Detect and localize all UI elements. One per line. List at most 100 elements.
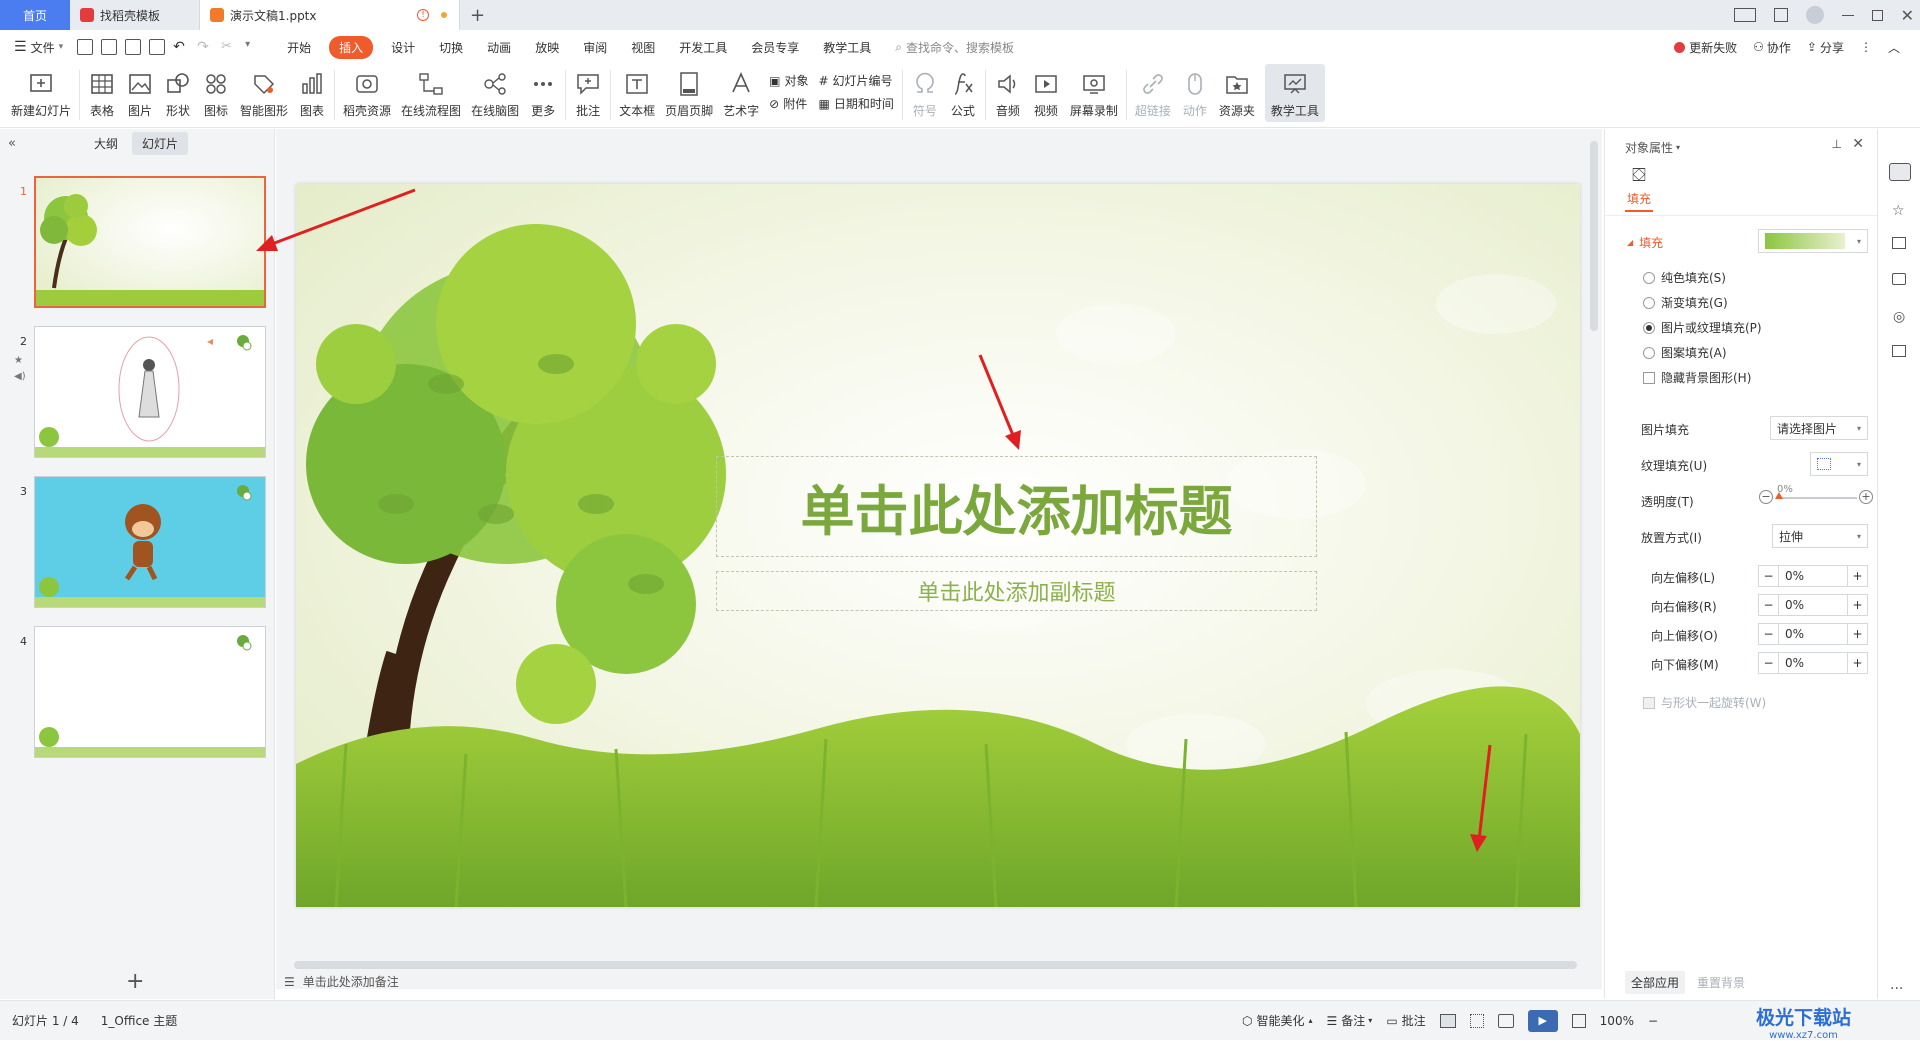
increment-button[interactable]: +: [1847, 595, 1867, 615]
fill-section-header[interactable]: ◢ 填充: [1627, 234, 1663, 251]
add-slide-button[interactable]: +: [126, 969, 144, 994]
normal-view-icon[interactable]: [1439, 1013, 1456, 1028]
menu-design[interactable]: 设计: [379, 39, 427, 56]
fill-option-picture[interactable]: 图片或纹理填充(P): [1643, 319, 1762, 336]
slide-thumbnail-3[interactable]: [34, 476, 266, 608]
tab-outline[interactable]: 大纲: [84, 132, 128, 155]
slides-stack-icon[interactable]: [1892, 237, 1906, 249]
more-icon[interactable]: ···: [1890, 981, 1903, 997]
slider-thumb[interactable]: [1775, 492, 1783, 499]
radio-solid[interactable]: [1643, 271, 1655, 284]
more-button[interactable]: 更多: [529, 64, 557, 122]
chart-button[interactable]: 图表: [298, 64, 326, 122]
layout-icon[interactable]: [1733, 8, 1756, 22]
menu-review[interactable]: 审阅: [571, 39, 619, 56]
radio-pattern[interactable]: [1643, 346, 1655, 359]
close-icon[interactable]: ✕: [1901, 6, 1914, 25]
slide-thumbnail-2[interactable]: [34, 326, 266, 458]
tab-slides[interactable]: 幻灯片: [132, 131, 189, 155]
decrement-button[interactable]: −: [1759, 595, 1779, 615]
menu-insert[interactable]: 插入: [329, 35, 374, 59]
print-icon[interactable]: [125, 39, 142, 55]
collab-button[interactable]: ⚇ 协作: [1753, 39, 1791, 56]
offset-left-value[interactable]: 0%: [1779, 569, 1847, 583]
command-search[interactable]: ⌕ 查找命令、搜索模板: [895, 39, 1014, 56]
close-icon[interactable]: ✕: [1852, 136, 1864, 152]
tab-document[interactable]: 演示文稿1.pptx !: [200, 0, 460, 30]
menu-start[interactable]: 开始: [275, 39, 323, 56]
pin-icon[interactable]: ⊥: [1832, 137, 1842, 151]
textbox-button[interactable]: 文本框: [619, 64, 655, 122]
grid-icon[interactable]: [1773, 8, 1788, 22]
audio-button[interactable]: 音频: [994, 64, 1022, 122]
menu-transition[interactable]: 切换: [427, 39, 475, 56]
action-button[interactable]: 动作: [1181, 64, 1209, 122]
more-options-icon[interactable]: ⋮: [1860, 40, 1872, 54]
offset-up-stepper[interactable]: − 0% +: [1758, 623, 1868, 645]
icon-button[interactable]: 图标: [202, 64, 230, 122]
formula-button[interactable]: 公式: [949, 64, 977, 122]
location-icon[interactable]: ◎: [1893, 309, 1905, 325]
minimize-icon[interactable]: [1841, 14, 1854, 16]
placement-dropdown[interactable]: 拉伸 ▾: [1772, 524, 1868, 548]
hyperlink-button[interactable]: 超链接: [1135, 64, 1171, 122]
notes-toggle[interactable]: ☰ 备注 ▾: [1327, 1012, 1373, 1029]
object-button[interactable]: ▣ 对象: [769, 72, 808, 89]
shape-button[interactable]: 形状: [164, 64, 192, 122]
rotate-with-shape-checkbox[interactable]: [1643, 696, 1655, 709]
book-icon[interactable]: [1892, 345, 1906, 357]
table-button[interactable]: 表格: [88, 64, 116, 122]
menu-animation[interactable]: 动画: [475, 39, 523, 56]
subtitle-placeholder[interactable]: 单击此处添加副标题: [716, 571, 1317, 611]
fit-to-window-icon[interactable]: [1571, 1013, 1586, 1028]
reset-background-button[interactable]: 重置背景: [1691, 971, 1751, 994]
slide-canvas[interactable]: 单击此处添加标题 单击此处添加副标题: [296, 184, 1580, 907]
file-menu[interactable]: ☰ 文件 ▾: [0, 39, 73, 56]
redo-icon[interactable]: ↷: [197, 39, 213, 55]
fill-option-gradient[interactable]: 渐变填充(G): [1643, 294, 1728, 311]
theme-name[interactable]: 1_Office 主题: [101, 1012, 177, 1029]
pin-star-icon[interactable]: ☆: [1892, 203, 1905, 219]
image-edit-icon[interactable]: [1892, 273, 1906, 285]
notes-bar[interactable]: ☰ 单击此处添加备注: [276, 974, 1602, 989]
undo-icon[interactable]: ↶: [173, 39, 189, 55]
decrement-button[interactable]: −: [1759, 624, 1779, 644]
menu-slideshow[interactable]: 放映: [523, 39, 571, 56]
offset-down-value[interactable]: 0%: [1779, 656, 1847, 670]
plus-circle-icon[interactable]: +: [1859, 490, 1873, 504]
comment-button[interactable]: 批注: [574, 64, 602, 122]
slide-sorter-icon[interactable]: [1469, 1013, 1484, 1028]
increment-button[interactable]: +: [1847, 566, 1867, 586]
picture-button[interactable]: 图片: [126, 64, 154, 122]
slide-thumbnail-1[interactable]: [34, 176, 266, 308]
rotate-with-shape[interactable]: 与形状一起旋转(W): [1643, 694, 1766, 711]
share-button[interactable]: ⇪ 分享: [1807, 39, 1844, 56]
tab-home[interactable]: 首页: [0, 0, 70, 30]
fill-option-solid[interactable]: 纯色填充(S): [1643, 269, 1726, 286]
new-tab-button[interactable]: +: [460, 0, 495, 30]
collapse-panel-icon[interactable]: «: [8, 136, 16, 151]
play-slideshow-button[interactable]: ▶: [1527, 1009, 1558, 1032]
properties-icon[interactable]: [1889, 163, 1911, 181]
tab-template[interactable]: 找稻壳模板: [70, 0, 200, 30]
hide-bg-checkbox[interactable]: [1643, 371, 1655, 384]
radio-gradient[interactable]: [1643, 296, 1655, 309]
radio-picture[interactable]: [1643, 321, 1655, 334]
offset-up-value[interactable]: 0%: [1779, 627, 1847, 641]
slide-number-button[interactable]: # 幻灯片编号: [818, 72, 893, 89]
fill-tab[interactable]: ⛋ 填充: [1625, 165, 1653, 212]
hide-background-graphics[interactable]: 隐藏背景图形(H): [1643, 369, 1751, 386]
smart-beautify-button[interactable]: ⬡ 智能美化 ▴: [1242, 1012, 1313, 1029]
smart-art-button[interactable]: 智能图形: [240, 64, 288, 122]
header-footer-button[interactable]: 页眉页脚: [665, 64, 713, 122]
resource-folder-button[interactable]: 资源夹: [1219, 64, 1255, 122]
decrement-button[interactable]: −: [1759, 653, 1779, 673]
decrement-button[interactable]: −: [1759, 566, 1779, 586]
online-flowchart-button[interactable]: 在线流程图: [401, 64, 461, 122]
video-button[interactable]: 视频: [1032, 64, 1060, 122]
attachment-button[interactable]: ⊘ 附件: [769, 95, 808, 112]
minus-circle-icon[interactable]: −: [1759, 490, 1773, 504]
symbol-button[interactable]: 符号: [911, 64, 939, 122]
title-placeholder[interactable]: 单击此处添加标题: [716, 456, 1317, 557]
comments-toggle[interactable]: ▭ 批注: [1386, 1012, 1425, 1029]
